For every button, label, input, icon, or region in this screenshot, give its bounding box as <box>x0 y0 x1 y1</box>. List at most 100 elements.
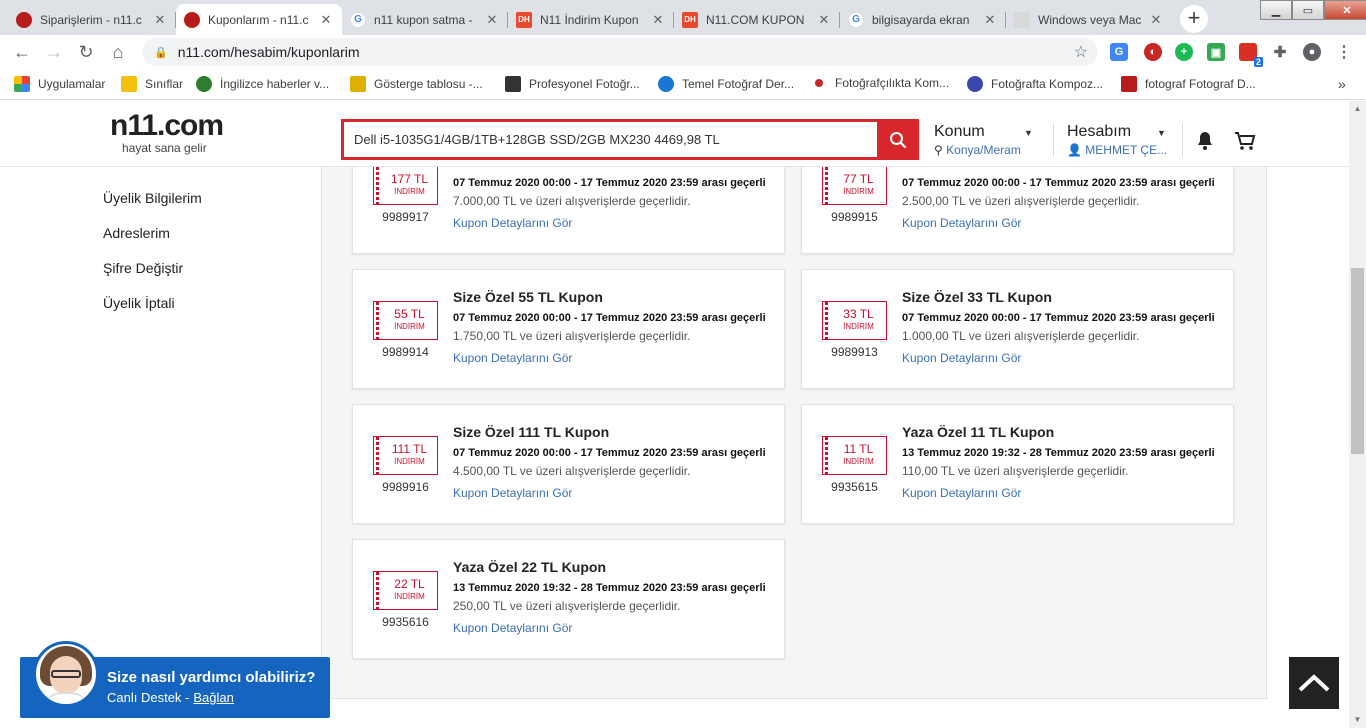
reload-icon[interactable]: ↻ <box>74 40 98 64</box>
browser-tab[interactable]: Windows veya Mac ✕ <box>1006 4 1172 35</box>
search-button[interactable] <box>877 119 919 160</box>
bookmark-item[interactable]: Sınıflar <box>121 76 183 92</box>
browser-tab[interactable]: DH N11.COM KUPON ✕ <box>674 4 840 35</box>
n11-logo[interactable]: n11.com hayat sana gelir <box>110 109 230 165</box>
coupon-details-link[interactable]: Kupon Detaylarını Gör <box>902 486 1021 500</box>
back-icon[interactable]: ← <box>10 40 34 64</box>
apps-grid-icon <box>14 76 30 92</box>
coupon-details-link[interactable]: Kupon Detaylarını Gör <box>902 351 1021 365</box>
extensions-puzzle-icon[interactable]: ✚ <box>1271 43 1289 61</box>
coupon-details-link[interactable]: Kupon Detaylarını Gör <box>453 486 572 500</box>
coupon-ticket: 77 TL İNDİRİM <box>822 166 887 205</box>
classroom-extension-icon[interactable]: ▣ <box>1207 43 1225 61</box>
browser-tab[interactable]: Siparişlerim - n11.c ✕ <box>8 4 176 35</box>
coupon-title: Yaza Özel 11 TL Kupon <box>902 424 1055 440</box>
chevron-down-icon: ▼ <box>1024 128 1033 138</box>
bookmark-apps[interactable]: Uygulamalar <box>14 76 105 92</box>
browser-tab-active[interactable]: Kuponlarım - n11.c ✕ <box>176 4 342 35</box>
cart-icon[interactable] <box>1234 131 1256 151</box>
coupon-details-link[interactable]: Kupon Detaylarını Gör <box>902 216 1021 230</box>
coupon-amount: 22 TL <box>394 577 425 591</box>
browser-tab[interactable]: DH N11 İndirim Kupon ✕ <box>508 4 674 35</box>
dh-icon: DH <box>682 11 698 28</box>
sidebar-item-adreslerim[interactable]: Adreslerim <box>103 225 170 241</box>
coupon-min-spend: 1.750,00 TL ve üzeri alışverişlerde geçe… <box>453 329 691 343</box>
location-menu[interactable]: Konum ⚲ Konya/Meram ▼ <box>934 123 1034 157</box>
coupon-card: 22 TL İNDİRİM 9935616 Yaza Özel 22 TL Ku… <box>352 539 785 659</box>
coupon-code: 9989916 <box>382 480 429 494</box>
coupon-min-spend: 7.000,00 TL ve üzeri alışverişlerde geçe… <box>453 194 691 208</box>
bookmark-item[interactable]: Temel Fotoğraf Der... <box>658 76 794 92</box>
close-tab-icon[interactable]: ✕ <box>816 12 832 28</box>
chevron-down-icon: ▼ <box>1157 128 1166 138</box>
ladybug-icon <box>184 11 200 28</box>
address-bar[interactable]: 🔒 n11.com/hesabim/kuponlarim ☆ <box>142 38 1098 66</box>
maximize-icon[interactable]: ▭ <box>1292 0 1324 20</box>
badge-extension-icon[interactable]: 2 <box>1239 43 1263 67</box>
profile-icon[interactable]: ● <box>1303 43 1321 61</box>
coupon-card: 55 TL İNDİRİM 9989914 Size Özel 55 TL Ku… <box>352 269 785 389</box>
coupon-ticket: 177 TL İNDİRİM <box>373 166 438 205</box>
bookmark-item[interactable]: Profesyonel Fotoğr... <box>505 76 640 92</box>
scroll-up-icon[interactable]: ▲ <box>1349 101 1366 117</box>
minimize-icon[interactable]: ▁ <box>1260 0 1292 20</box>
coupon-details-link[interactable]: Kupon Detaylarını Gör <box>453 621 572 635</box>
google-icon: G <box>848 11 864 28</box>
coupon-amount: 177 TL <box>390 172 429 186</box>
chat-connect-link[interactable]: Bağlan <box>193 690 233 705</box>
close-tab-icon[interactable]: ✕ <box>1148 12 1164 28</box>
classroom-icon <box>121 76 137 92</box>
sidebar-item-sifre-degistir[interactable]: Şifre Değiştir <box>103 260 183 276</box>
bookmark-star-icon[interactable]: ☆ <box>1074 42 1088 62</box>
browser-tab[interactable]: G n11 kupon satma - ✕ <box>342 4 508 35</box>
scrollbar-thumb[interactable] <box>1351 268 1364 454</box>
bookmark-item[interactable]: Fotoğrafta Kompoz... <box>967 76 1103 92</box>
bookmarks-bar: Uygulamalar Sınıflar İngilizce haberler … <box>0 69 1366 100</box>
bookmark-item[interactable]: Fotoğrafçılıkta Kom... <box>815 76 949 90</box>
coupon-min-spend: 1.000,00 TL ve üzeri alışverişlerde geçe… <box>902 329 1140 343</box>
bell-icon[interactable] <box>1196 131 1214 151</box>
menu-kebab-icon[interactable]: ⋮ <box>1335 43 1353 61</box>
close-tab-icon[interactable]: ✕ <box>982 12 998 28</box>
coupon-card: 33 TL İNDİRİM 9989913 Size Özel 33 TL Ku… <box>801 269 1234 389</box>
coupon-card: 111 TL İNDİRİM 9989916 Size Özel 111 TL … <box>352 404 785 524</box>
close-tab-icon[interactable]: ✕ <box>152 12 168 28</box>
forward-icon[interactable]: → <box>42 40 66 64</box>
extension-icon[interactable]: ◐ <box>1144 43 1162 61</box>
close-tab-icon[interactable]: ✕ <box>650 12 666 28</box>
bookmark-item[interactable]: fotograf Fotograf D... <box>1121 76 1256 92</box>
logo-slogan: hayat sana gelir <box>122 141 207 155</box>
sidebar-item-uyelik-bilgilerim[interactable]: Üyelik Bilgilerim <box>103 190 202 206</box>
back-to-top-button[interactable] <box>1289 657 1339 709</box>
bookmark-item[interactable]: İngilizce haberler v... <box>196 76 329 92</box>
coupon-validity: 13 Temmuz 2020 19:32 - 28 Temmuz 2020 23… <box>902 447 1215 459</box>
logo-text: n11.com <box>110 109 224 142</box>
coupon-card: 11 TL İNDİRİM 9935615 Yaza Özel 11 TL Ku… <box>801 404 1234 524</box>
new-tab-button[interactable]: + <box>1180 5 1208 33</box>
dashboard-icon <box>350 76 366 92</box>
chevron-up-icon <box>1298 674 1330 692</box>
coupon-label: İNDİRİM <box>843 322 874 331</box>
account-menu[interactable]: Hesabım 👤 MEHMET ÇE... ▼ <box>1067 123 1171 157</box>
bookmarks-overflow-button[interactable]: » <box>1338 76 1346 92</box>
sidebar-item-uyelik-iptali[interactable]: Üyelik İptali <box>103 295 175 311</box>
user-icon: 👤 <box>1067 143 1082 157</box>
scroll-down-icon[interactable]: ▼ <box>1349 712 1366 728</box>
browser-tab[interactable]: G bilgisayarda ekran ✕ <box>840 4 1006 35</box>
coupon-details-link[interactable]: Kupon Detaylarını Gör <box>453 216 572 230</box>
coupon-min-spend: 250,00 TL ve üzeri alışverişlerde geçerl… <box>453 599 681 613</box>
coupon-ticket: 22 TL İNDİRİM <box>373 571 438 610</box>
coupon-details-link[interactable]: Kupon Detaylarını Gör <box>453 351 572 365</box>
coupon-code: 9935616 <box>382 615 429 629</box>
coupon-validity: 07 Temmuz 2020 00:00 - 17 Temmuz 2020 23… <box>902 312 1215 324</box>
browser-toolbar: ← → ↻ ⌂ 🔒 n11.com/hesabim/kuponlarim ☆ G… <box>0 35 1366 69</box>
bookmark-item[interactable]: Gösterge tablosu -... <box>350 76 483 92</box>
close-window-icon[interactable]: ✕ <box>1324 0 1366 20</box>
close-tab-icon[interactable]: ✕ <box>484 12 500 28</box>
translate-extension-icon[interactable]: G <box>1110 43 1128 61</box>
close-tab-icon[interactable]: ✕ <box>318 12 334 28</box>
search-input[interactable] <box>344 122 877 157</box>
add-extension-icon[interactable]: + <box>1175 43 1193 61</box>
home-icon[interactable]: ⌂ <box>106 40 130 64</box>
coupon-label: İNDİRİM <box>394 322 425 331</box>
